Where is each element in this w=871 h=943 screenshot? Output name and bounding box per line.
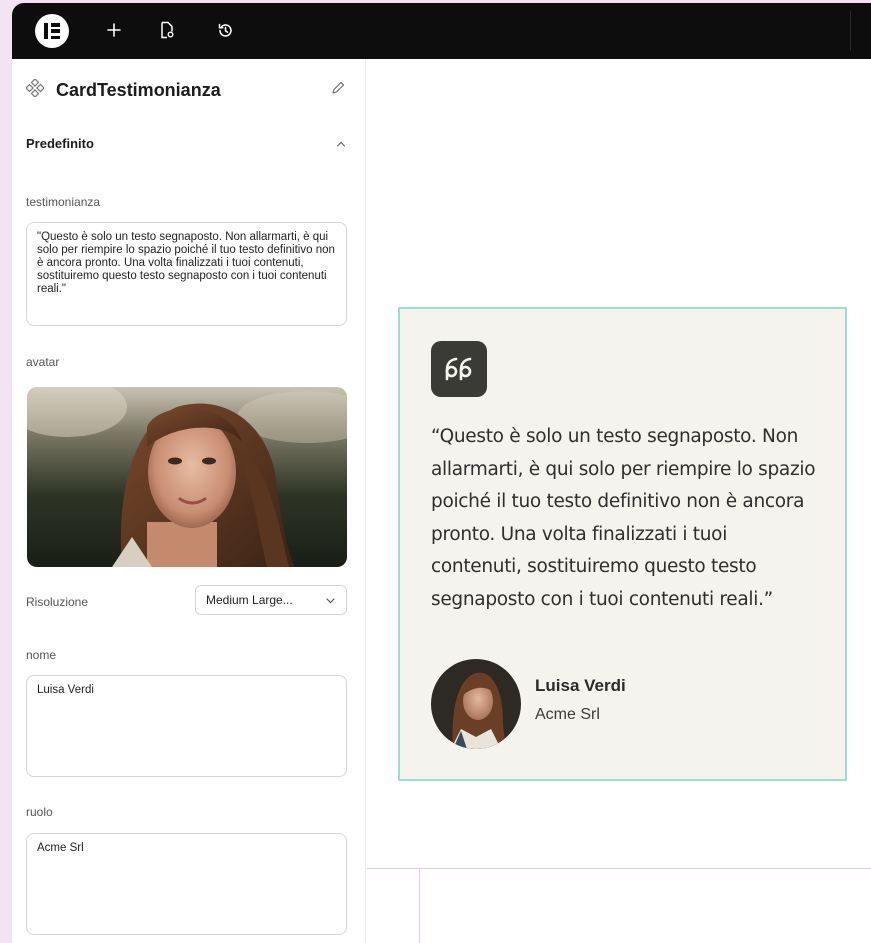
quote-icon [431, 341, 487, 397]
section-title: Predefinito [26, 136, 94, 151]
testimonial-quote: “Questo è solo un testo segnaposto. Non … [431, 426, 816, 610]
pencil-icon[interactable] [331, 81, 345, 100]
history-icon[interactable] [212, 17, 238, 43]
elementor-logo-icon[interactable] [35, 14, 69, 48]
resolution-select[interactable]: Medium Large... [195, 585, 347, 615]
properties-panel: CardTestimonianza Predefinito testimonia… [12, 59, 366, 943]
avatar-label: avatar [26, 355, 60, 369]
chevron-down-icon [325, 595, 336, 609]
resolution-value: Medium Large... [206, 593, 293, 607]
name-textarea[interactable]: Luisa Verdi [26, 675, 347, 777]
role-textarea[interactable]: Acme Srl [26, 833, 347, 935]
role-label: ruolo [26, 805, 53, 819]
plus-icon[interactable] [101, 17, 127, 43]
section-header-predefinito[interactable]: Predefinito [26, 135, 351, 155]
page-settings-icon[interactable] [154, 17, 180, 43]
column-divider [419, 869, 420, 943]
toolbar-divider [850, 11, 851, 51]
testimonial-label: testimonianza [26, 195, 101, 209]
top-toolbar [12, 3, 871, 59]
next-section-placeholder[interactable] [367, 868, 871, 943]
chevron-up-icon[interactable] [335, 137, 347, 155]
editor-window: CardTestimonianza Predefinito testimonia… [12, 3, 871, 943]
testimonial-textarea[interactable]: "Questo è solo un testo segnaposto. Non … [26, 222, 347, 326]
preview-canvas: “Questo è solo un testo segnaposto. Non … [367, 59, 871, 943]
author-avatar [431, 659, 521, 749]
avatar-image-preview[interactable] [27, 387, 347, 567]
testimonial-card[interactable]: “Questo è solo un testo segnaposto. Non … [398, 307, 847, 781]
panel-header: CardTestimonianza [25, 77, 351, 103]
resolution-label: Risoluzione [26, 595, 89, 609]
author-role: Acme Srl [535, 706, 600, 723]
author-name: Luisa Verdi [535, 676, 626, 695]
name-label: nome [26, 648, 57, 662]
component-icon [25, 77, 45, 102]
component-title: CardTestimonianza [56, 79, 221, 100]
